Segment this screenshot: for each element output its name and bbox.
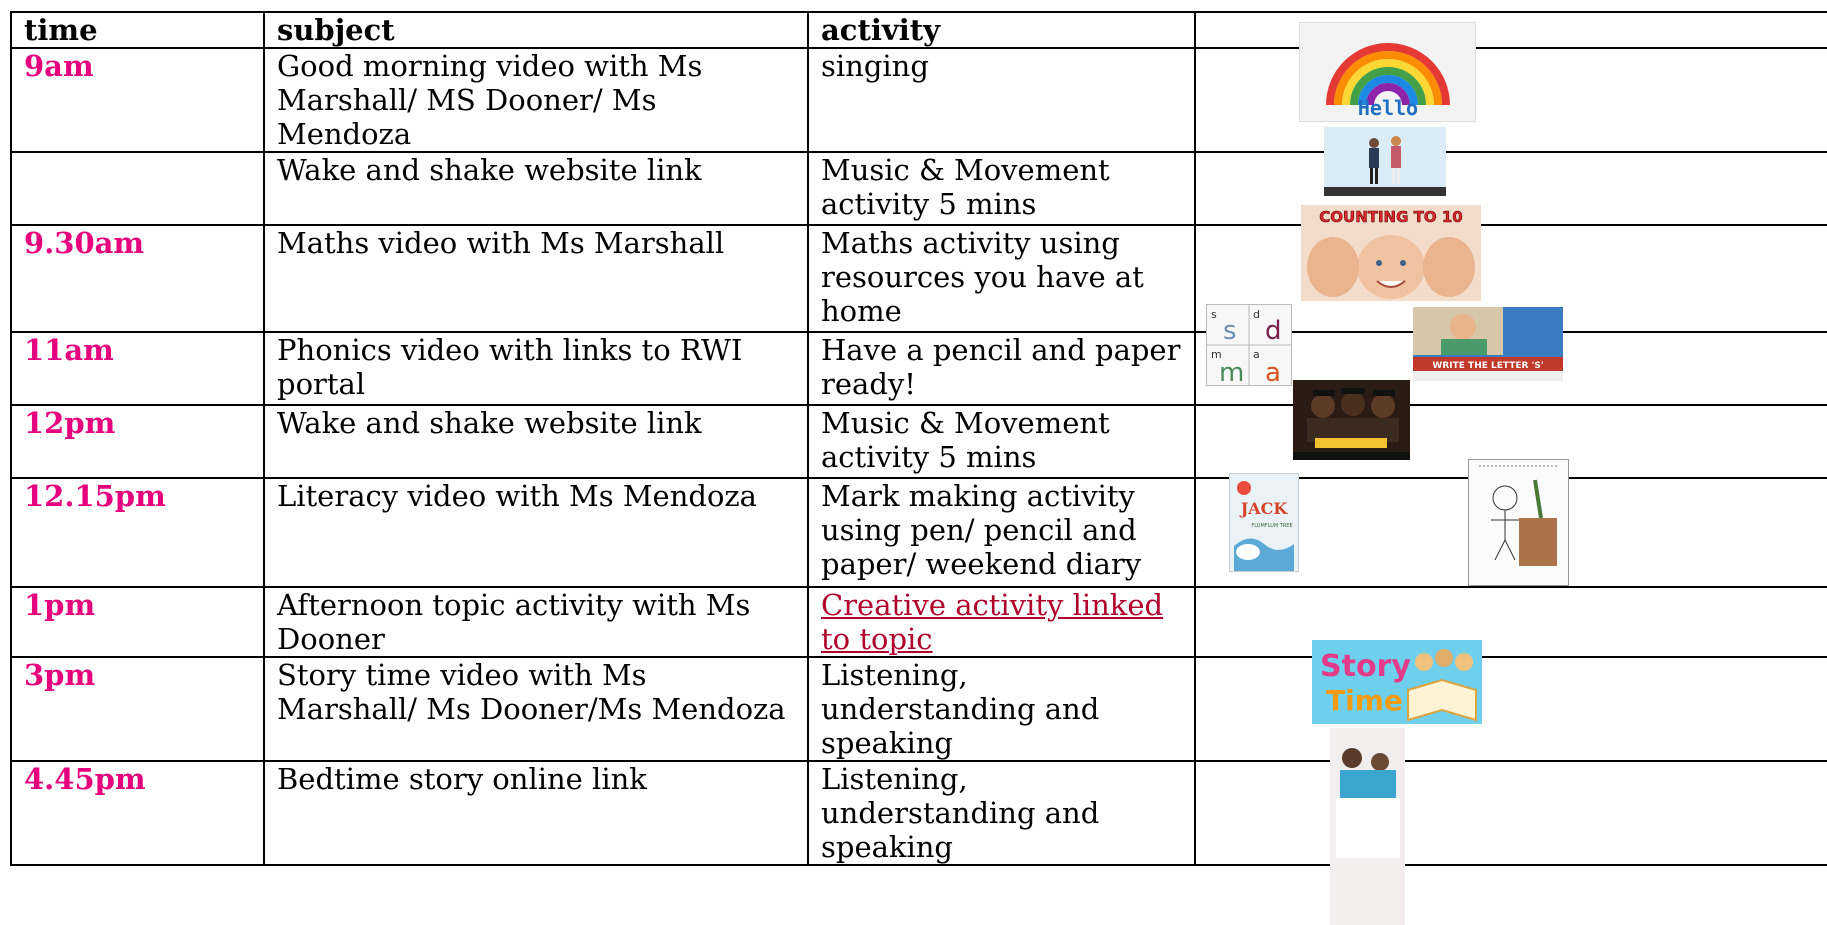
- letter-a: a: [1265, 358, 1281, 385]
- subject-cell: Good morning video with Ms Marshall/ MS …: [263, 47, 809, 153]
- jack-title: JACK: [1239, 499, 1289, 518]
- rainbow-hello-image: Hello: [1299, 22, 1476, 122]
- activity-cell: Creative activity linked to topic: [807, 586, 1196, 658]
- image-cell: [1194, 151, 1827, 226]
- activity-cell: singing: [807, 47, 1196, 153]
- child-drawing-image: [1468, 459, 1569, 586]
- table-row: 9am Good morning video with Ms Marshall/…: [10, 47, 1827, 153]
- subject-cell: Literacy video with Ms Mendoza: [263, 477, 809, 588]
- subject-cell: Story time video with Ms Marshall/ Ms Do…: [263, 656, 809, 762]
- image-cell: [1194, 760, 1827, 866]
- subject-cell: Wake and shake website link: [263, 151, 809, 226]
- header-row: time subject activity: [10, 11, 1827, 49]
- image-cell: [1194, 656, 1827, 762]
- activity-cell: Have a pencil and paper ready!: [807, 331, 1196, 406]
- header-subject: subject: [263, 11, 809, 49]
- time-word: Time: [1326, 684, 1403, 717]
- music-video-thumbnail: [1293, 380, 1410, 460]
- subject-cell: Wake and shake website link: [263, 404, 809, 479]
- subject-cell: Afternoon topic activity with Ms Dooner: [263, 586, 809, 658]
- table-row: Wake and shake website link Music & Move…: [10, 151, 1827, 226]
- bedtime-story-image: [1330, 728, 1405, 925]
- creative-activity-link[interactable]: Creative activity linked to topic: [821, 589, 1163, 655]
- time-cell: 11am: [10, 331, 265, 406]
- activity-cell: Music & Movement activity 5 mins: [807, 151, 1196, 226]
- table-row: 4.45pm Bedtime story online link Listeni…: [10, 760, 1827, 866]
- letter-s: s: [1223, 316, 1237, 346]
- letter-a-small: a: [1253, 348, 1260, 361]
- write-letter-image: WRITE THE LETTER 'S': [1413, 307, 1563, 381]
- children-video-thumbnail: [1324, 127, 1446, 196]
- write-letter-caption: WRITE THE LETTER 'S': [1432, 361, 1543, 371]
- subject-cell: Maths video with Ms Marshall: [263, 224, 809, 333]
- schedule-table: time subject activity 9am Good morning v…: [10, 11, 1827, 866]
- activity-cell: Listening, understanding and speaking: [807, 760, 1196, 866]
- subject-cell: Bedtime story online link: [263, 760, 809, 866]
- counting-to-10-image: COUNTING TO 10: [1301, 205, 1481, 301]
- table-row: 3pm Story time video with Ms Marshall/ M…: [10, 656, 1827, 762]
- header-image-cell: [1194, 11, 1827, 49]
- time-cell: 1pm: [10, 586, 265, 658]
- letter-d-small: d: [1253, 308, 1260, 321]
- story-word: Story: [1320, 649, 1411, 684]
- letter-s-small: s: [1211, 308, 1217, 321]
- activity-cell: Listening, understanding and speaking: [807, 656, 1196, 762]
- image-cell: [1194, 47, 1827, 153]
- time-cell: 9am: [10, 47, 265, 153]
- letter-d: d: [1265, 316, 1282, 346]
- phonics-letters-image: s s d d m m a a: [1206, 304, 1292, 386]
- header-activity: activity: [807, 11, 1196, 49]
- activity-cell: Music & Movement activity 5 mins: [807, 404, 1196, 479]
- letter-m: m: [1219, 358, 1244, 385]
- activity-cell: Maths activity using resources you have …: [807, 224, 1196, 333]
- counting-text: COUNTING TO 10: [1319, 208, 1462, 226]
- header-time: time: [10, 11, 265, 49]
- story-time-image: Story Time: [1312, 640, 1482, 724]
- image-cell: [1194, 586, 1827, 658]
- time-cell: 12pm: [10, 404, 265, 479]
- activity-cell: Mark making activity using pen/ pencil a…: [807, 477, 1196, 588]
- jack-subtitle: FLUMFLUM TREE: [1251, 523, 1292, 529]
- time-cell: 9.30am: [10, 224, 265, 333]
- table-row: 1pm Afternoon topic activity with Ms Doo…: [10, 586, 1827, 658]
- time-cell: 4.45pm: [10, 760, 265, 866]
- subject-cell: Phonics video with links to RWI portal: [263, 331, 809, 406]
- time-cell: [10, 151, 265, 226]
- time-cell: 12.15pm: [10, 477, 265, 588]
- rainbow-hello-text: Hello: [1358, 96, 1418, 120]
- jack-book-cover-image: JACK FLUMFLUM TREE: [1229, 473, 1299, 572]
- time-cell: 3pm: [10, 656, 265, 762]
